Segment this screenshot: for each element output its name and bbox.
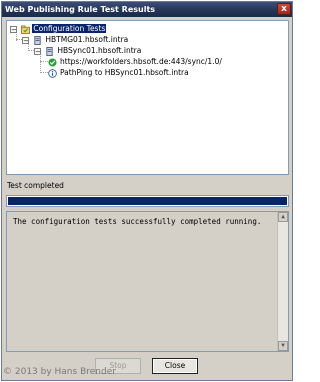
tree-item-label: HBSync01.hbsoft.intra [57, 46, 142, 55]
tree-item-label: HBTMG01.hbsoft.intra [45, 35, 129, 44]
window-title: Web Publishing Rule Test Results [5, 5, 156, 14]
tree-item-label: PathPing to HBSync01.hbsoft.intra [60, 68, 189, 77]
scroll-up-icon[interactable]: ▲ [278, 212, 288, 222]
progress-fill [8, 197, 287, 205]
copyright-watermark: © 2013 by Hans Brender [3, 367, 116, 377]
tree-item-label: https://workfolders.hbsoft.de:443/sync/1… [60, 57, 222, 66]
tree-item-root[interactable]: − Configuration Tests [10, 23, 107, 34]
progress-bar [6, 195, 289, 207]
tree-item-result[interactable]: https://workfolders.hbsoft.de:443/sync/1… [48, 56, 223, 67]
server-icon [34, 35, 42, 45]
dialog-window: Web Publishing Rule Test Results x − Con… [1, 1, 293, 381]
vertical-scrollbar[interactable]: ▲ ▼ [277, 212, 288, 351]
scroll-down-icon[interactable]: ▼ [278, 341, 288, 351]
title-bar: Web Publishing Rule Test Results x [2, 2, 292, 17]
collapse-toggle[interactable]: − [10, 25, 17, 33]
tree-connector [40, 72, 48, 73]
output-log[interactable]: The configuration tests successfully com… [6, 211, 289, 352]
tree-item-server[interactable]: − HBTMG01.hbsoft.intra [22, 34, 129, 45]
status-text: Test completed [7, 181, 64, 190]
tree-connector [40, 53, 41, 73]
tree-item-result[interactable]: PathPing to HBSync01.hbsoft.intra [48, 67, 190, 78]
collapse-toggle[interactable]: − [22, 36, 29, 44]
test-folder-icon [21, 24, 31, 34]
tree-connector [40, 61, 48, 62]
info-icon [48, 68, 57, 78]
output-message: The configuration tests successfully com… [13, 217, 262, 226]
test-results-tree: − Configuration Tests − HBTMG01.hbsoft.i… [6, 20, 289, 175]
close-button[interactable]: Close [152, 358, 198, 374]
server-icon [46, 46, 54, 56]
close-window-button[interactable]: x [277, 3, 291, 15]
tree-item-label: Configuration Tests [32, 24, 107, 33]
tree-item-target[interactable]: − HBSync01.hbsoft.intra [34, 45, 142, 56]
success-check-icon [48, 57, 57, 67]
collapse-toggle[interactable]: − [34, 47, 41, 55]
